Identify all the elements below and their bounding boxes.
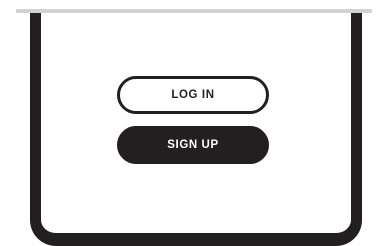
login-button[interactable]: LOG IN (117, 76, 269, 114)
signup-button[interactable]: SIGN UP (117, 126, 269, 164)
screen: LOG IN SIGN UP (0, 0, 380, 246)
